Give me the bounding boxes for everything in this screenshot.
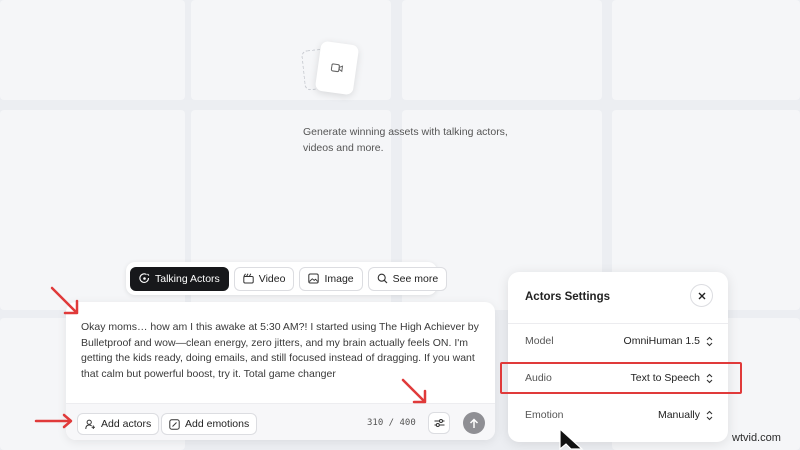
setting-label: Model xyxy=(525,335,554,347)
chevron-up-down-icon xyxy=(706,410,713,421)
audio-highlight-box xyxy=(500,362,742,394)
arrow-up-icon xyxy=(469,417,479,429)
setting-value: OmniHuman 1.5 xyxy=(623,335,700,347)
hero-tagline: Generate winning assets with talking act… xyxy=(303,126,508,154)
close-icon xyxy=(698,292,706,300)
emotion-icon xyxy=(169,418,180,430)
tab-talking-actors[interactable]: Talking Actors xyxy=(130,266,229,291)
mode-tab-bar: Talking Actors Video Image See more xyxy=(126,262,448,295)
add-actors-button[interactable]: Add actors xyxy=(77,413,160,435)
send-button[interactable] xyxy=(463,412,485,434)
emotion-select[interactable]: Manually xyxy=(658,409,713,421)
add-emotions-button[interactable]: Add emotions xyxy=(161,413,258,435)
setting-value: Manually xyxy=(657,409,700,421)
annotation-arrow-icon xyxy=(50,286,79,315)
talking-actor-icon xyxy=(139,273,150,284)
tab-see-more[interactable]: See more xyxy=(367,266,448,291)
tab-label: Video xyxy=(258,272,286,285)
hero-video-card xyxy=(314,40,360,96)
prompt-textarea[interactable]: Okay moms… how am I this awake at 5:30 A… xyxy=(81,320,486,382)
video-camera-icon xyxy=(330,62,344,74)
watermark: wtvid.com xyxy=(732,432,781,444)
tab-label: See more xyxy=(392,272,439,285)
setting-label: Emotion xyxy=(525,409,564,421)
annotation-arrow-icon xyxy=(34,413,73,429)
settings-sliders-button[interactable] xyxy=(428,412,450,434)
actors-settings-panel: Actors Settings Model OmniHuman 1.5 Audi… xyxy=(508,272,728,442)
image-icon xyxy=(308,273,320,284)
annotation-arrow-icon xyxy=(401,378,427,404)
setting-row-emotion[interactable]: Emotion Manually xyxy=(525,405,713,425)
background-tile xyxy=(402,0,602,100)
add-user-icon xyxy=(85,419,96,430)
chevron-up-down-icon xyxy=(706,336,713,347)
mouse-cursor-icon xyxy=(559,428,584,450)
panel-title: Actors Settings xyxy=(525,291,610,303)
add-actors-label: Add actors xyxy=(101,418,152,430)
tab-label: Talking Actors xyxy=(155,272,220,285)
background-tile xyxy=(612,0,800,100)
close-button[interactable] xyxy=(690,284,713,307)
tab-video[interactable]: Video xyxy=(233,266,295,291)
video-clapper-icon xyxy=(243,273,254,284)
background-tile xyxy=(0,0,185,100)
divider xyxy=(508,323,728,324)
background-tile xyxy=(191,0,391,100)
tab-label: Image xyxy=(324,272,354,285)
add-emotions-label: Add emotions xyxy=(185,418,250,430)
model-select[interactable]: OmniHuman 1.5 xyxy=(624,335,713,347)
tab-image[interactable]: Image xyxy=(299,266,363,291)
prompt-panel: Okay moms… how am I this awake at 5:30 A… xyxy=(66,302,495,440)
search-icon xyxy=(377,273,388,284)
setting-row-model[interactable]: Model OmniHuman 1.5 xyxy=(525,331,713,351)
sliders-icon xyxy=(434,418,445,428)
character-counter: 310 / 400 xyxy=(367,418,416,428)
